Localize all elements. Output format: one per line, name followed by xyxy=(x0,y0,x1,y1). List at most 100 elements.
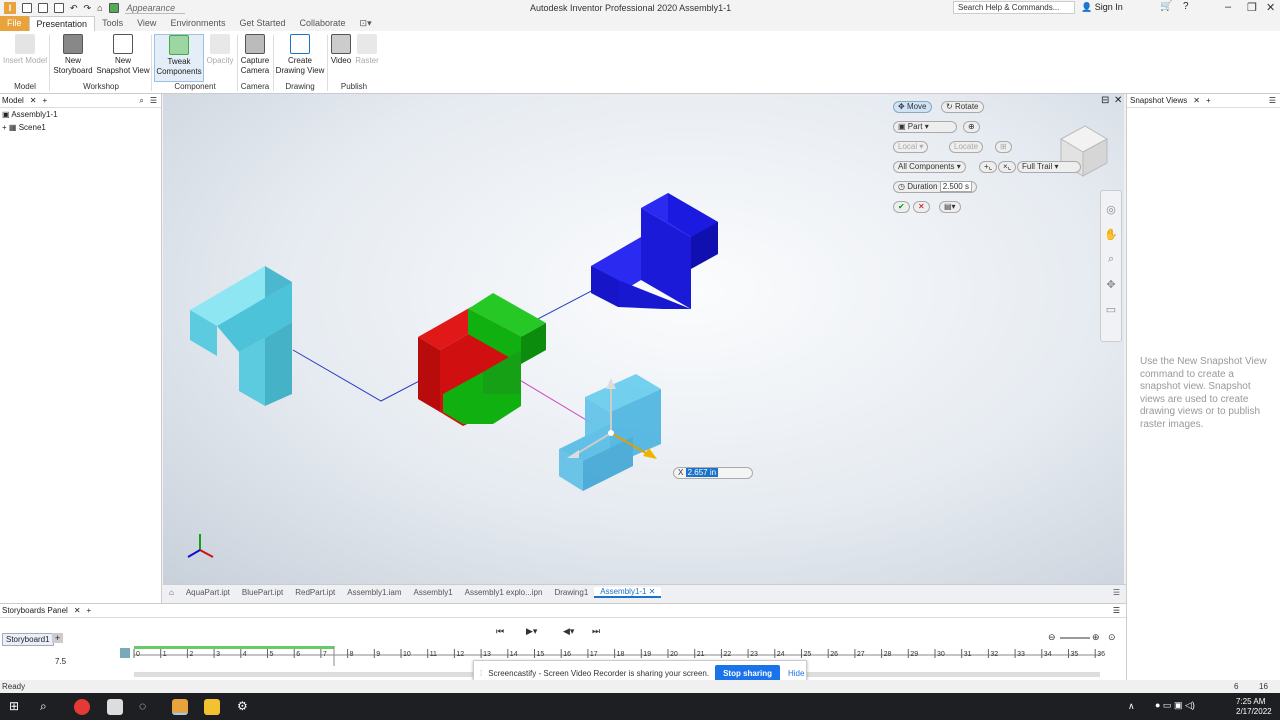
drag-handle-icon[interactable]: ⁞ xyxy=(480,669,482,678)
select-option-button[interactable]: ⊕ xyxy=(963,121,980,133)
insert-model-button[interactable]: Insert Model xyxy=(2,34,48,66)
components-dropdown[interactable]: All Components ▾ xyxy=(893,161,966,173)
tabs-menu-icon[interactable]: ☰ xyxy=(1107,588,1126,597)
zoom-fit-icon[interactable]: ⊙ xyxy=(1108,632,1116,643)
doc-tab[interactable]: Assembly1 explo...ipn xyxy=(459,588,549,597)
home-tab-icon[interactable]: ⌂ xyxy=(163,588,180,597)
doc-tab-active[interactable]: Assembly1-1 ✕ xyxy=(594,587,662,598)
menu-icon[interactable]: ☰ xyxy=(1113,606,1120,615)
new-file-icon[interactable] xyxy=(22,3,32,13)
move-button[interactable]: ✥ Move xyxy=(893,101,932,113)
capture-camera-button[interactable]: Capture Camera xyxy=(239,34,271,76)
maximize-icon[interactable]: ⊟ xyxy=(1101,95,1109,106)
clock-time[interactable]: 7:25 AM xyxy=(1236,697,1265,706)
tab-environments[interactable]: Environments xyxy=(163,16,232,31)
duration-field[interactable]: ◷ Duration 2.500 s xyxy=(893,181,977,193)
close-tab-icon[interactable]: ✕ xyxy=(649,587,656,596)
home-icon[interactable]: ⌂ xyxy=(97,3,102,13)
help-icon[interactable]: ? xyxy=(1183,1,1189,12)
options-button[interactable]: ▤▾ xyxy=(939,201,961,213)
inventor-logo-icon[interactable]: I xyxy=(4,2,16,14)
cart-icon[interactable]: 🛒 xyxy=(1160,1,1172,12)
windows-start-icon[interactable]: ⊞ xyxy=(9,699,25,715)
tab-file[interactable]: File xyxy=(0,16,29,31)
chrome-icon[interactable] xyxy=(74,699,90,715)
tray-icons[interactable]: ● ▭ ▣ ◁) xyxy=(1155,700,1195,711)
tab-view[interactable]: View xyxy=(130,16,163,31)
close-icon[interactable]: ✕ xyxy=(1193,96,1200,105)
appearance-dropdown[interactable]: Appearance xyxy=(124,3,185,14)
save-icon[interactable] xyxy=(54,3,64,13)
tree-item-scene[interactable]: + ▦ Scene1 xyxy=(2,121,161,134)
new-storyboard-button[interactable]: New Storyboard xyxy=(52,34,94,76)
orbit-icon[interactable]: ✥ xyxy=(1101,278,1121,291)
menu-icon[interactable]: ☰ xyxy=(1269,96,1276,105)
loading-icon[interactable]: ◌ xyxy=(139,699,155,715)
minimize-button[interactable]: – xyxy=(1225,1,1231,13)
rotate-button[interactable]: ↻ Rotate xyxy=(941,101,984,113)
add-storyboard-button[interactable]: + xyxy=(52,633,64,643)
local-dropdown[interactable]: Local ▾ xyxy=(893,141,929,153)
duration-value[interactable]: 2.500 s xyxy=(939,181,972,192)
zoom-slider[interactable] xyxy=(1060,637,1090,639)
tree-item-assembly[interactable]: ▣ Assembly1-1 xyxy=(2,108,161,121)
doc-tab[interactable]: RedPart.ipt xyxy=(289,588,341,597)
doc-tab[interactable]: Assembly1.iam xyxy=(341,588,407,597)
doc-tab[interactable]: Drawing1 xyxy=(548,588,594,597)
tab-tools[interactable]: Tools xyxy=(95,16,130,31)
add-tab-icon[interactable]: + xyxy=(87,606,92,615)
search-icon[interactable]: ⌕ xyxy=(40,699,56,715)
doc-tab[interactable]: AquaPart.ipt xyxy=(180,588,236,597)
look-at-icon[interactable]: ▭ xyxy=(1101,303,1121,316)
zoom-out-icon[interactable]: ⊖ xyxy=(1048,632,1056,643)
doc-tab[interactable]: Assembly1 xyxy=(408,588,459,597)
aqua-part[interactable] xyxy=(190,266,292,406)
close-button[interactable]: ✕ xyxy=(1266,1,1275,14)
steering-wheel-icon[interactable]: ◎ xyxy=(1101,203,1121,216)
restore-button[interactable]: ❐ xyxy=(1247,1,1257,14)
file-explorer-icon[interactable] xyxy=(204,699,220,715)
zoom-in-icon[interactable]: ⊕ xyxy=(1092,632,1100,643)
opacity-button[interactable]: Opacity xyxy=(205,34,235,66)
cancel-button[interactable]: ✕ xyxy=(913,201,930,213)
end-button[interactable]: ⏭ xyxy=(592,626,600,637)
storyboard-tab[interactable]: Storyboard1 xyxy=(2,633,54,646)
tab-get-started[interactable]: Get Started xyxy=(232,16,292,31)
search-help-input[interactable]: Search Help & Commands... xyxy=(953,1,1075,14)
add-tab-icon[interactable]: + xyxy=(43,96,48,105)
panel-options-icon[interactable]: ⊡▾ xyxy=(353,16,379,31)
locate-button[interactable]: Locate xyxy=(949,141,984,153)
tab-collaborate[interactable]: Collaborate xyxy=(293,16,353,31)
tray-chevron-icon[interactable]: ∧ xyxy=(1128,701,1135,712)
settings-icon[interactable]: ⚙ xyxy=(237,699,253,715)
close-icon[interactable]: ✕ xyxy=(74,606,81,615)
paint-icon[interactable] xyxy=(107,699,123,715)
clock-date[interactable]: 2/17/2022 xyxy=(1236,707,1272,716)
open-icon[interactable] xyxy=(38,3,48,13)
inventor-taskbar-icon[interactable] xyxy=(172,699,188,715)
doc-tab[interactable]: BluePart.ipt xyxy=(236,588,289,597)
pan-icon[interactable]: ✋ xyxy=(1101,228,1121,241)
snap-button[interactable]: ⊞ xyxy=(995,141,1012,153)
add-trail-button[interactable]: +⌞ xyxy=(979,161,998,173)
graphics-viewport[interactable]: ◎ ✋ ⌕ ✥ ▭ ✥ Move ↻ Rotate ▣ Part ▾ ⊕ Loc… xyxy=(163,94,1124,584)
expand-icon[interactable]: + xyxy=(2,123,7,132)
video-button[interactable]: Video xyxy=(329,34,353,66)
hide-link[interactable]: Hide xyxy=(788,669,804,678)
zoom-icon[interactable]: ⌕ xyxy=(1101,253,1121,266)
material-icon[interactable] xyxy=(108,3,119,13)
tweak-components-button[interactable]: Tweak Components xyxy=(154,34,204,82)
part-dropdown[interactable]: ▣ Part ▾ xyxy=(893,121,957,133)
play-button[interactable]: ▶▾ xyxy=(526,626,537,637)
undo-icon[interactable]: ↶ xyxy=(70,3,78,14)
blue-part[interactable] xyxy=(591,193,718,309)
reverse-button[interactable]: ◀▾ xyxy=(563,626,574,637)
x-value-input[interactable]: 2.657 in xyxy=(685,468,719,477)
add-tab-icon[interactable]: + xyxy=(1206,96,1211,105)
sign-in-link[interactable]: 👤 Sign In xyxy=(1081,2,1123,13)
create-drawing-view-button[interactable]: Create Drawing View xyxy=(275,34,325,76)
redo-icon[interactable]: ↷ xyxy=(84,3,92,14)
trail-dropdown[interactable]: Full Trail ▾ xyxy=(1017,161,1081,173)
close-viewport-icon[interactable]: ✕ xyxy=(1114,95,1122,106)
raster-button[interactable]: Raster xyxy=(355,34,379,66)
